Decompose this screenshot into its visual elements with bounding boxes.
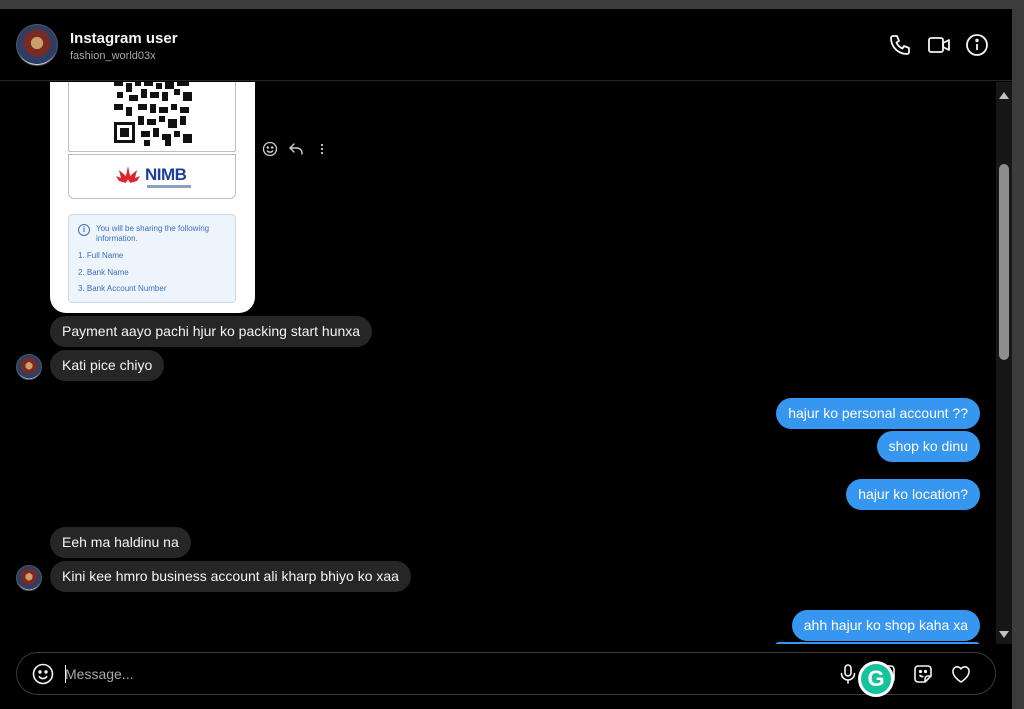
incoming-message[interactable]: Kati pice chiyo	[50, 350, 165, 381]
scroll-up-arrow-icon[interactable]	[999, 92, 1009, 99]
video-icon[interactable]	[927, 33, 951, 57]
incoming-message[interactable]: Kini kee hmro business account ali kharp…	[50, 561, 411, 592]
window-top-strip	[0, 0, 1024, 9]
message-list[interactable]: NIMB i You will be sharing the following…	[0, 82, 996, 644]
avatar[interactable]	[16, 24, 58, 66]
message-composer: G	[16, 652, 996, 697]
bank-logo: NIMB	[115, 164, 187, 186]
outgoing-message-partial	[775, 642, 980, 644]
outgoing-message[interactable]: shop ko dinu	[876, 431, 980, 462]
sharing-info-item: 2. Bank Name	[78, 268, 129, 277]
message-input[interactable]	[65, 664, 665, 684]
chat-username: fashion_world03x	[70, 50, 156, 62]
bank-logo-frame: NIMB	[68, 154, 236, 199]
sharing-info-box: i You will be sharing the following info…	[68, 214, 236, 303]
outgoing-message[interactable]: ahh hajur ko shop kaha xa	[791, 610, 980, 641]
incoming-message[interactable]: Payment aayo pachi hjur ko packing start…	[50, 316, 373, 347]
message-actions	[262, 141, 330, 157]
more-icon[interactable]	[314, 141, 330, 157]
emoji-icon[interactable]	[32, 663, 54, 685]
phone-icon[interactable]	[888, 33, 912, 57]
info-circle-icon: i	[78, 224, 90, 236]
lotus-icon	[116, 166, 140, 183]
payment-qr-card[interactable]: NIMB i You will be sharing the following…	[50, 82, 255, 313]
sharing-info-heading: You will be sharing the following inform…	[96, 224, 210, 243]
chat-title[interactable]: Instagram user	[70, 30, 178, 47]
chat-window: Instagram user fashion_world03x NIMB i Y…	[0, 9, 1012, 709]
scrollbar[interactable]	[996, 82, 1012, 644]
scrollbar-thumb[interactable]	[999, 164, 1009, 360]
avatar[interactable]	[16, 565, 42, 591]
bank-tagline	[147, 185, 191, 188]
avatar[interactable]	[16, 354, 42, 380]
scroll-down-arrow-icon[interactable]	[999, 631, 1009, 638]
microphone-icon[interactable]	[837, 663, 859, 685]
info-icon[interactable]	[965, 33, 989, 57]
outgoing-message[interactable]: hajur ko location?	[846, 479, 980, 510]
outgoing-message[interactable]: hajur ko personal account ??	[776, 398, 980, 429]
sharing-info-item: 3. Bank Account Number	[78, 284, 167, 293]
grammarly-icon[interactable]: G	[858, 661, 894, 697]
text-cursor	[65, 665, 66, 683]
incoming-message[interactable]: Eeh ma haldinu na	[50, 527, 191, 558]
qr-code	[114, 82, 192, 146]
qr-frame	[68, 82, 236, 152]
heart-icon[interactable]	[950, 663, 972, 685]
sharing-info-item: 1. Full Name	[78, 251, 124, 260]
reply-icon[interactable]	[288, 141, 304, 157]
emoji-icon[interactable]	[262, 141, 278, 157]
bank-name: NIMB	[145, 165, 187, 184]
chat-header: Instagram user fashion_world03x	[0, 9, 1012, 81]
window-right-strip	[1012, 9, 1024, 709]
sticker-icon[interactable]	[912, 663, 934, 685]
